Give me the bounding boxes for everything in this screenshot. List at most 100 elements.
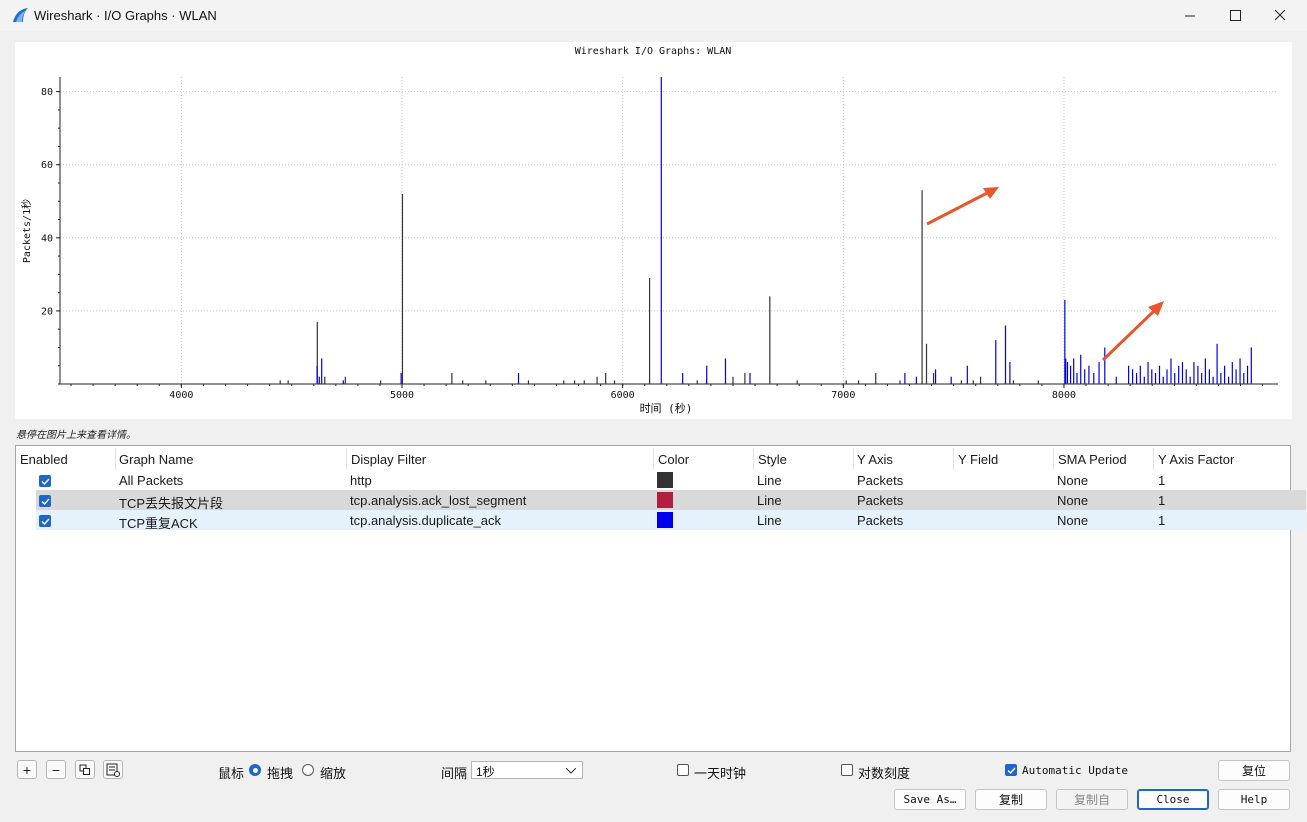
style-cell[interactable]: Line <box>757 513 782 528</box>
annotation-arrow <box>926 190 990 226</box>
graph-name-cell[interactable]: All Packets <box>119 473 183 488</box>
chevron-down-icon <box>566 768 576 774</box>
zoom-label[interactable]: 缩放 <box>320 763 346 782</box>
col-header-y-axis-factor[interactable]: Y Axis Factor <box>1158 452 1234 467</box>
io-graph-plot[interactable]: Wireshark I/O Graphs: WLAN Packets/1秒 时间… <box>15 42 1292 419</box>
y-axis-label: Packets/1秒 <box>20 199 33 263</box>
minimize-button[interactable] <box>1167 0 1213 31</box>
copy-button[interactable]: 复制 <box>975 789 1047 810</box>
duplicate-graph-button[interactable] <box>75 760 95 779</box>
close-button[interactable]: Close <box>1137 789 1209 810</box>
chart-title: Wireshark I/O Graphs: WLAN <box>575 46 732 57</box>
enabled-checkbox[interactable] <box>39 475 51 487</box>
zoom-radio[interactable] <box>302 764 314 776</box>
copy-icon <box>79 764 90 775</box>
display-filter-cell[interactable]: tcp.analysis.ack_lost_segment <box>350 493 526 508</box>
y-axis-cell[interactable]: Packets <box>857 513 903 528</box>
title-bar: Wireshark · I/O Graphs · WLAN <box>0 0 1307 31</box>
graph-table[interactable]: Enabled Graph Name Display Filter Color … <box>15 445 1306 752</box>
display-filter-cell[interactable]: tcp.analysis.duplicate_ack <box>350 513 501 528</box>
log-scale-label[interactable]: 对数刻度 <box>858 763 910 782</box>
x-axis-label: 时间 (秒) <box>640 401 693 415</box>
drag-label[interactable]: 拖拽 <box>267 763 293 782</box>
style-cell[interactable]: Line <box>757 493 782 508</box>
color-swatch[interactable] <box>657 492 673 508</box>
col-header-color[interactable]: Color <box>658 452 689 467</box>
hover-hint: 悬停在图片上来查看详情。 <box>16 430 136 441</box>
chart-axes <box>59 77 1278 385</box>
graph-row-all-packets[interactable]: All Packets http Line Packets None 1 <box>36 470 1306 490</box>
interval-value: 1秒 <box>476 765 495 779</box>
col-header-y-field[interactable]: Y Field <box>958 452 998 467</box>
col-header-display-filter[interactable]: Display Filter <box>351 452 426 467</box>
y-tick-label: 60 <box>41 160 53 171</box>
checkmark-icon <box>41 518 50 525</box>
x-tick-label: 7000 <box>831 390 855 401</box>
y-tick-label: 40 <box>41 233 53 244</box>
x-tick-label: 6000 <box>611 390 635 401</box>
close-window-button[interactable] <box>1257 0 1303 31</box>
minimize-icon <box>1184 15 1195 17</box>
y-axis-cell[interactable]: Packets <box>857 493 903 508</box>
style-cell[interactable]: Line <box>757 473 782 488</box>
col-header-y-axis[interactable]: Y Axis <box>857 452 893 467</box>
time-of-day-label[interactable]: 一天时钟 <box>694 763 746 782</box>
clear-list-icon <box>106 763 120 777</box>
checkmark-icon <box>41 498 50 505</box>
y-tick-label: 80 <box>41 87 53 98</box>
automatic-update-label[interactable]: Automatic Update <box>1022 764 1128 777</box>
close-label: Close <box>1156 793 1190 806</box>
annotation-arrows <box>926 187 1164 362</box>
automatic-update-checkbox[interactable] <box>1005 764 1017 776</box>
enabled-checkbox[interactable] <box>39 515 51 527</box>
reset-button[interactable]: 复位 <box>1218 760 1290 781</box>
y-axis-factor-cell[interactable]: 1 <box>1158 473 1165 488</box>
color-swatch[interactable] <box>657 512 673 528</box>
display-filter-cell[interactable]: http <box>350 473 372 488</box>
graph-name-cell[interactable]: TCP重复ACK <box>119 513 198 532</box>
maximize-button[interactable] <box>1212 0 1258 31</box>
enabled-checkbox[interactable] <box>39 495 51 507</box>
minus-icon: − <box>51 761 61 778</box>
save-as-button[interactable]: Save As… <box>894 789 966 810</box>
drag-radio[interactable] <box>249 764 261 776</box>
wireshark-fin-icon <box>13 8 28 22</box>
x-tick-label: 8000 <box>1052 390 1076 401</box>
copy-label: 复制 <box>998 793 1023 807</box>
sma-period-cell[interactable]: None <box>1057 513 1088 528</box>
save-as-label: Save As… <box>903 793 957 806</box>
y-tick-label: 20 <box>41 306 53 317</box>
remove-graph-button[interactable]: − <box>46 760 66 779</box>
interval-select[interactable]: 1秒 <box>471 761 583 779</box>
checkmark-icon <box>1007 767 1016 774</box>
col-header-graph-name[interactable]: Graph Name <box>119 452 193 467</box>
copy-from-button[interactable]: 复制自 <box>1056 789 1128 810</box>
clear-graphs-button[interactable] <box>103 760 123 779</box>
x-tick-label: 5000 <box>390 390 414 401</box>
col-header-enabled[interactable]: Enabled <box>20 452 68 467</box>
graph-row-tcp-dup-ack[interactable]: TCP重复ACK tcp.analysis.duplicate_ack Line… <box>36 510 1306 532</box>
sma-period-cell[interactable]: None <box>1057 493 1088 508</box>
chart-grid <box>60 77 1278 384</box>
graph-row-tcp-lost-segment[interactable]: TCP丢失报文片段 tcp.analysis.ack_lost_segment … <box>36 490 1306 511</box>
annotation-arrow <box>1101 308 1157 362</box>
y-axis-factor-cell[interactable]: 1 <box>1158 493 1165 508</box>
y-axis-cell[interactable]: Packets <box>857 473 903 488</box>
time-of-day-checkbox[interactable] <box>677 764 689 776</box>
close-icon <box>1274 10 1285 21</box>
color-swatch[interactable] <box>657 472 673 488</box>
maximize-icon <box>1229 10 1241 21</box>
col-header-style[interactable]: Style <box>758 452 787 467</box>
io-graph-chart[interactable]: Wireshark I/O Graphs: WLAN Packets/1秒 时间… <box>15 42 1292 419</box>
sma-period-cell[interactable]: None <box>1057 473 1088 488</box>
mouse-mode-label: 鼠标 <box>218 766 245 781</box>
help-button[interactable]: Help <box>1218 789 1290 810</box>
checkmark-icon <box>41 478 50 485</box>
col-header-sma-period[interactable]: SMA Period <box>1058 452 1127 467</box>
help-label: Help <box>1240 793 1268 806</box>
chart-bars <box>279 77 1252 384</box>
y-axis-factor-cell[interactable]: 1 <box>1158 513 1165 528</box>
reset-button-label: 复位 <box>1241 764 1266 778</box>
add-graph-button[interactable]: + <box>17 760 37 779</box>
log-scale-checkbox[interactable] <box>841 764 853 776</box>
